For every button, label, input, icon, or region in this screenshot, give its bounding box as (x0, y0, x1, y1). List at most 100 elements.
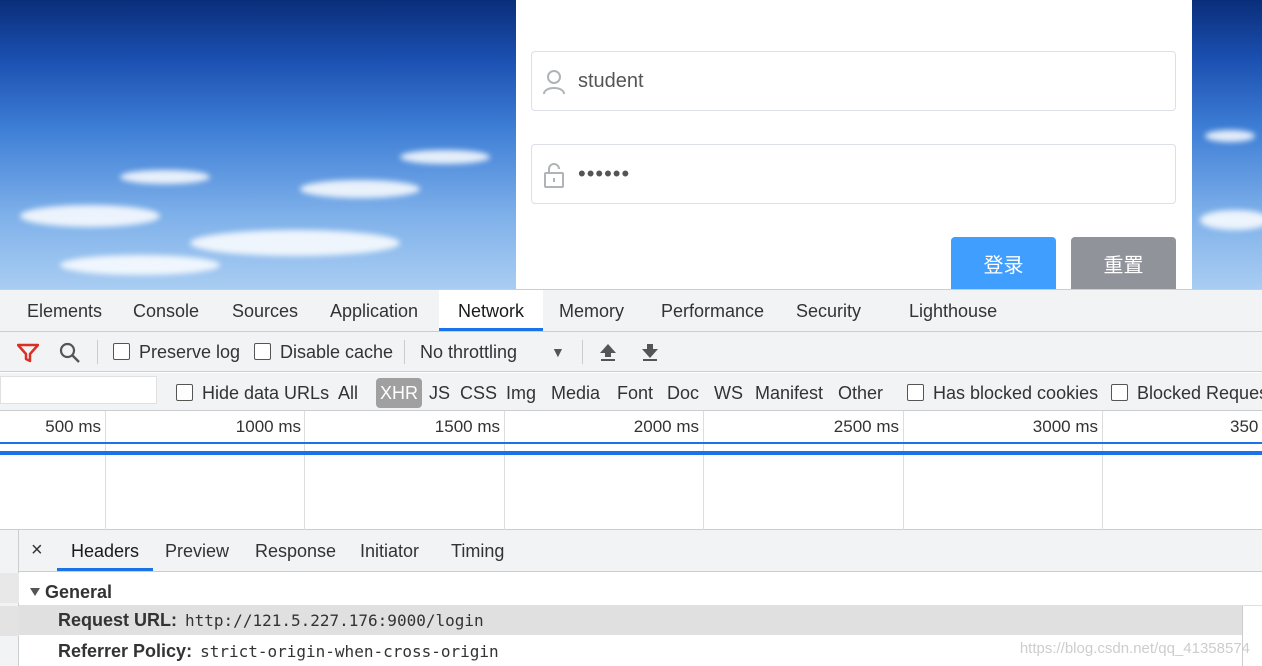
network-filter-bar: Hide data URLs All XHR JS CSS Img Media … (0, 373, 1262, 411)
timeline-tick-label: 3000 ms (1032, 417, 1098, 436)
has-blocked-cookies-label: Has blocked cookies (933, 383, 1099, 403)
header-value: http://121.5.227.176:9000/login (185, 611, 484, 630)
header-value: strict-origin-when-cross-origin (200, 642, 499, 661)
timeline-tick-label: 1000 ms (235, 417, 301, 436)
password-field[interactable]: •••••• (531, 144, 1176, 204)
checkbox-box[interactable] (1111, 384, 1128, 401)
toolbar-separator (404, 340, 405, 364)
timeline-tick-label: 1500 ms (434, 417, 500, 436)
selected-request-row[interactable] (0, 573, 19, 603)
preserve-log-label: Preserve log (139, 342, 241, 362)
filter-manifest[interactable]: Manifest (755, 373, 823, 411)
request-detail-panel: × Headers Preview Response Initiator Tim… (0, 530, 1262, 666)
user-icon (543, 70, 565, 95)
checkbox-box[interactable] (113, 343, 130, 360)
filter-img[interactable]: Img (506, 373, 536, 411)
cloud (1200, 210, 1262, 230)
filter-all[interactable]: All (338, 373, 358, 411)
lock-icon (544, 163, 564, 188)
filter-ws[interactable]: WS (714, 373, 743, 411)
network-overview-timeline[interactable]: 500 ms 1000 ms 1500 ms 2000 ms 2500 ms 3… (0, 411, 1262, 530)
timeline-gridline (1102, 411, 1103, 530)
login-button[interactable]: 登录 (951, 237, 1056, 289)
timeline-gridline (304, 411, 305, 530)
filter-media[interactable]: Media (551, 373, 600, 411)
tab-security[interactable]: Security (796, 290, 861, 331)
general-section-title: General (45, 582, 113, 602)
tab-performance[interactable]: Performance (661, 290, 764, 331)
network-toolbar: Preserve log Disable cache No throttling… (0, 332, 1262, 372)
timeline-tick-label: 2500 ms (833, 417, 899, 436)
tab-network[interactable]: Network (439, 290, 543, 331)
timeline-gridline (504, 411, 505, 530)
throttling-value: No throttling (420, 342, 518, 362)
tab-lighthouse[interactable]: Lighthouse (909, 290, 997, 331)
tab-response[interactable]: Response (255, 530, 336, 571)
filter-icon[interactable] (17, 343, 39, 363)
header-key: Referrer Policy: (58, 641, 193, 661)
export-har-icon[interactable] (640, 342, 660, 362)
checkbox-box[interactable] (907, 384, 924, 401)
tab-initiator[interactable]: Initiator (360, 530, 419, 571)
header-key: Request URL: (58, 610, 178, 630)
timeline-tick-label: 2000 ms (633, 417, 699, 436)
cloud (120, 170, 210, 184)
header-row-request-url: Request URL: http://121.5.227.176:9000/lo… (19, 605, 1262, 635)
filter-js[interactable]: JS (429, 373, 450, 411)
cloud (300, 180, 420, 198)
cloud (20, 205, 160, 227)
cloud (190, 230, 400, 256)
checkbox-box[interactable] (254, 343, 271, 360)
username-value: student (578, 70, 644, 92)
devtools-tabbar: Elements Console Sources Application Net… (0, 290, 1262, 332)
cloud (1205, 130, 1255, 142)
filter-xhr[interactable]: XHR (376, 378, 423, 408)
cloud (60, 255, 220, 275)
caret-down-icon: ▼ (551, 344, 565, 360)
expand-triangle-icon (30, 588, 40, 596)
tab-sources[interactable]: Sources (232, 290, 298, 331)
checkbox-box[interactable] (176, 384, 193, 401)
disable-cache-checkbox[interactable]: Disable cache (254, 332, 393, 372)
tab-application[interactable]: Application (330, 290, 418, 331)
filter-other[interactable]: Other (838, 373, 883, 411)
timeline-load-line (0, 451, 1262, 455)
tab-memory[interactable]: Memory (559, 290, 624, 331)
web-page-viewport: student •••••• 登录 重置 (0, 0, 1262, 289)
filter-doc[interactable]: Doc (667, 373, 699, 411)
scrollbar[interactable] (1242, 606, 1262, 666)
login-card: student •••••• 登录 重置 (516, 0, 1192, 289)
selected-request-row[interactable] (0, 606, 19, 636)
toolbar-separator (582, 340, 583, 364)
timeline-gridline (903, 411, 904, 530)
close-icon[interactable]: × (31, 530, 43, 570)
filter-font[interactable]: Font (617, 373, 653, 411)
toolbar-separator (97, 340, 98, 364)
blocked-requests-checkbox[interactable]: Blocked Reques (1111, 373, 1262, 411)
watermark: https://blog.csdn.net/qq_41358574 (1019, 640, 1250, 657)
tab-elements[interactable]: Elements (27, 290, 102, 331)
devtools-panel: Elements Console Sources Application Net… (0, 289, 1262, 666)
has-blocked-cookies-checkbox[interactable]: Has blocked cookies (907, 373, 1098, 411)
cloud (400, 150, 490, 164)
tab-console[interactable]: Console (133, 290, 199, 331)
preserve-log-checkbox[interactable]: Preserve log (113, 332, 240, 372)
hide-data-urls-checkbox[interactable]: Hide data URLs (176, 373, 329, 411)
blocked-requests-label: Blocked Reques (1137, 383, 1262, 403)
reset-button[interactable]: 重置 (1071, 237, 1176, 289)
import-har-icon[interactable] (598, 342, 618, 362)
timeline-gridline (703, 411, 704, 530)
tab-preview[interactable]: Preview (165, 530, 229, 571)
tab-timing[interactable]: Timing (451, 530, 504, 571)
username-field[interactable]: student (531, 51, 1176, 111)
general-section-header[interactable]: General (30, 582, 112, 603)
request-list-stub (0, 530, 19, 666)
detail-tabbar: × Headers Preview Response Initiator Tim… (19, 530, 1262, 572)
timeline-dom-line (0, 442, 1262, 444)
search-icon[interactable] (59, 342, 81, 364)
hide-data-urls-label: Hide data URLs (202, 383, 330, 403)
filter-css[interactable]: CSS (460, 373, 497, 411)
tab-headers[interactable]: Headers (57, 530, 154, 571)
throttling-select[interactable]: No throttling ▼ (420, 332, 568, 372)
filter-input[interactable] (0, 376, 157, 404)
